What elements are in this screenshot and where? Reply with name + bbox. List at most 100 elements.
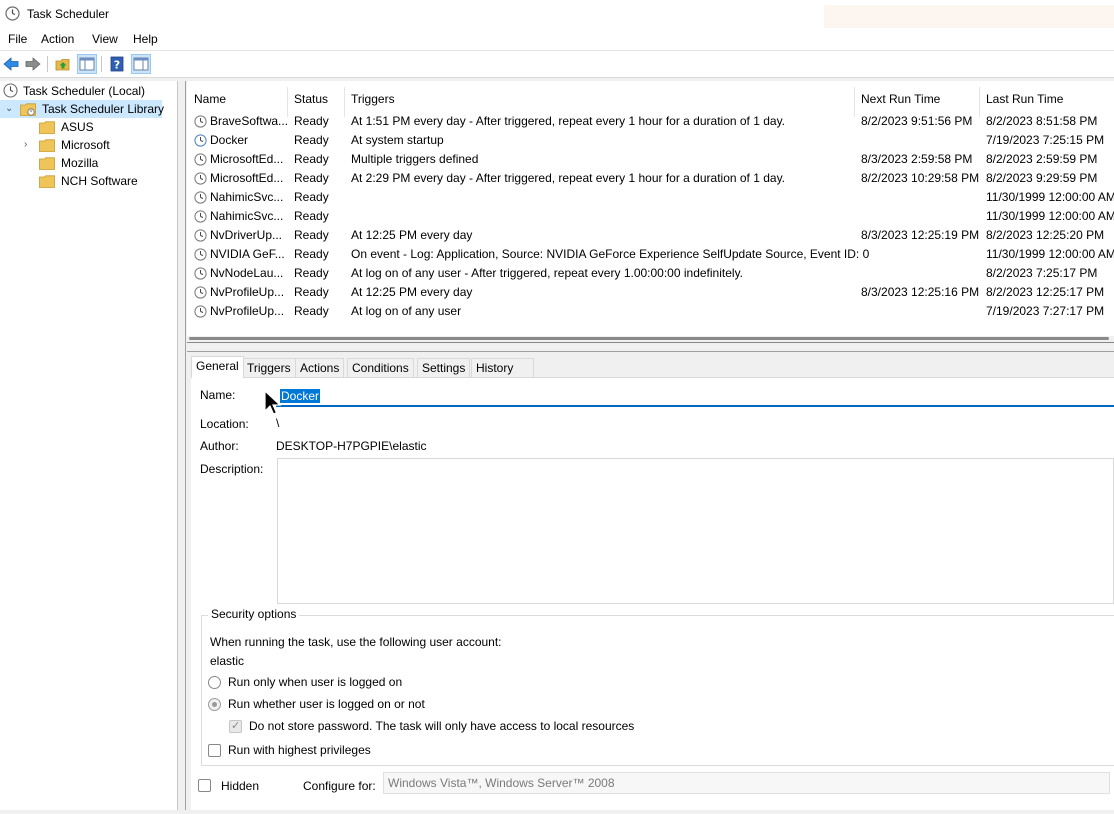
help-icon[interactable]: ? — [108, 55, 126, 73]
task-clock-icon — [194, 229, 207, 242]
tab-actions[interactable]: Actions — [295, 358, 345, 378]
cell-status: Ready — [294, 285, 329, 299]
tab-general[interactable]: General — [191, 356, 244, 378]
task-clock-icon — [194, 248, 207, 261]
cell-next: 8/2/2023 9:51:56 PM — [861, 114, 973, 128]
menu-view[interactable]: View — [92, 32, 118, 46]
menu-help[interactable]: Help — [133, 32, 158, 46]
toolbar-separator — [47, 56, 48, 72]
tree-item-nch-software[interactable]: NCH Software — [0, 172, 177, 190]
highest-privileges-label[interactable]: Run with highest privileges — [228, 743, 371, 757]
cell-name: MicrosoftEd... — [210, 171, 284, 185]
cell-next: 8/3/2023 2:59:58 PM — [861, 152, 973, 166]
tab-triggers[interactable]: Triggers — [242, 358, 296, 378]
table-row[interactable]: NVIDIA GeF... Ready On event - Log: Applic… — [187, 245, 1114, 264]
cell-status: Ready — [294, 209, 329, 223]
task-clock-icon — [194, 267, 207, 280]
cell-last: 7/19/2023 7:25:15 PM — [986, 133, 1105, 147]
cell-next: 8/3/2023 12:25:19 PM — [861, 228, 980, 242]
tree-item-microsoft[interactable]: › Microsoft — [0, 136, 177, 154]
cell-status: Ready — [294, 133, 329, 147]
scrollbar-thumb[interactable] — [189, 337, 1109, 340]
run-only-logged-on-label[interactable]: Run only when user is logged on — [228, 675, 402, 689]
tree-item-library[interactable]: ⌄ Task Scheduler Library — [0, 100, 165, 118]
cell-last: 7/19/2023 7:27:17 PM — [986, 304, 1105, 318]
menu-file[interactable]: File — [8, 32, 27, 46]
table-row[interactable]: NvProfileUp... Ready At 12:25 PM every day… — [187, 283, 1114, 302]
task-detail-pane: General Triggers Actions Conditions Sett… — [187, 352, 1114, 810]
cell-name: NvDriverUp... — [210, 228, 283, 242]
general-tab-panel: Name: Docker Location: \ Author: DESKTOP… — [191, 377, 1114, 810]
title-bar-strip — [824, 5, 1114, 29]
location-value: \ — [276, 416, 280, 430]
run-only-logged-on-radio[interactable] — [208, 676, 221, 689]
column-header-next-run[interactable]: Next Run Time — [861, 92, 940, 106]
table-row[interactable]: NvDriverUp... Ready At 12:25 PM every day 8… — [187, 226, 1114, 245]
name-field[interactable]: Docker — [276, 386, 1114, 407]
cell-status: Ready — [294, 247, 329, 261]
table-row[interactable]: NvNodeLau... Ready At log on of any user -… — [187, 264, 1114, 283]
cell-name: NvNodeLau... — [210, 266, 284, 280]
description-textbox[interactable] — [277, 458, 1114, 604]
cell-name: NVIDIA GeF... — [210, 247, 285, 261]
title-bar: Task Scheduler — [0, 0, 1114, 29]
task-clock-icon — [194, 210, 207, 223]
hidden-label[interactable]: Hidden — [221, 779, 259, 793]
task-clock-icon — [194, 172, 207, 185]
cell-triggers: At log on of any user - After triggered,… — [351, 266, 744, 280]
cell-triggers: At 2:29 PM every day - After triggered, … — [351, 171, 786, 185]
tree-item-asus[interactable]: ASUS — [0, 118, 177, 136]
cell-last: 8/2/2023 9:29:59 PM — [986, 171, 1098, 185]
cell-status: Ready — [294, 152, 329, 166]
column-header-name[interactable]: Name — [194, 92, 226, 106]
cell-next: 8/3/2023 12:25:16 PM — [861, 285, 980, 299]
cell-next: 8/2/2023 10:29:58 PM — [861, 171, 980, 185]
chevron-down-icon[interactable]: ⌄ — [5, 103, 15, 114]
run-whether-logged-on-radio[interactable] — [208, 698, 221, 711]
author-label: Author: — [200, 439, 239, 453]
table-row[interactable]: MicrosoftEd... Ready At 2:29 PM every day … — [187, 169, 1114, 188]
highest-privileges-checkbox[interactable] — [208, 744, 221, 757]
configure-for-combobox[interactable]: Windows Vista™, Windows Server™ 2008 — [383, 772, 1110, 794]
back-arrow-icon[interactable] — [2, 55, 20, 73]
horizontal-splitter[interactable] — [187, 343, 1114, 352]
tree-root[interactable]: Task Scheduler (Local) — [0, 82, 177, 100]
tree-library-label: Task Scheduler Library — [42, 102, 165, 116]
show-hide-console-tree-icon[interactable] — [77, 54, 97, 74]
task-scheduler-clock-icon — [5, 6, 20, 21]
account-prompt: When running the task, use the following… — [210, 635, 502, 649]
forward-arrow-icon[interactable] — [24, 55, 42, 73]
show-hide-action-pane-icon[interactable] — [131, 54, 151, 74]
column-header-status[interactable]: Status — [294, 92, 328, 106]
cell-name: NahimicSvc... — [210, 209, 284, 223]
tab-history[interactable]: History (disabled) — [471, 358, 534, 393]
folder-icon — [39, 175, 55, 188]
table-row[interactable]: Docker Ready At system startup 7/19/2023 7:… — [187, 131, 1114, 150]
horizontal-scrollbar[interactable] — [187, 336, 1114, 342]
column-header-last-run[interactable]: Last Run Time — [986, 92, 1063, 106]
run-whether-logged-on-label[interactable]: Run whether user is logged on or not — [228, 697, 425, 711]
table-row[interactable]: BraveSoftwa... Ready At 1:51 PM every day … — [187, 112, 1114, 131]
tab-settings[interactable]: Settings — [417, 358, 471, 378]
tree-item-mozilla[interactable]: Mozilla — [0, 154, 177, 172]
table-row[interactable]: NvProfileUp... Ready At log on of any user… — [187, 302, 1114, 321]
chevron-right-icon[interactable]: › — [24, 139, 34, 150]
tree-folder-label: ASUS — [61, 120, 94, 134]
up-folder-icon[interactable] — [54, 55, 72, 73]
vertical-splitter[interactable] — [179, 81, 186, 810]
cell-status: Ready — [294, 190, 329, 204]
do-not-store-password-label[interactable]: Do not store password. The task will onl… — [249, 719, 634, 733]
menu-action[interactable]: Action — [41, 32, 74, 46]
console-tree: Task Scheduler (Local) ⌄ Task Scheduler … — [0, 81, 178, 810]
location-label: Location: — [200, 417, 249, 431]
table-row[interactable]: NahimicSvc... Ready 11/30/1999 12:00:00 AM — [187, 207, 1114, 226]
do-not-store-password-checkbox[interactable] — [229, 719, 242, 733]
cell-last: 8/2/2023 12:25:20 PM — [986, 228, 1105, 242]
cell-triggers: At log on of any user — [351, 304, 462, 318]
column-header-triggers[interactable]: Triggers — [351, 92, 395, 106]
hidden-checkbox[interactable] — [198, 779, 211, 792]
table-row[interactable]: MicrosoftEd... Ready Multiple triggers def… — [187, 150, 1114, 169]
table-row[interactable]: NahimicSvc... Ready 11/30/1999 12:00:00 AM — [187, 188, 1114, 207]
tab-conditions[interactable]: Conditions — [347, 358, 414, 378]
folder-icon — [39, 157, 55, 170]
